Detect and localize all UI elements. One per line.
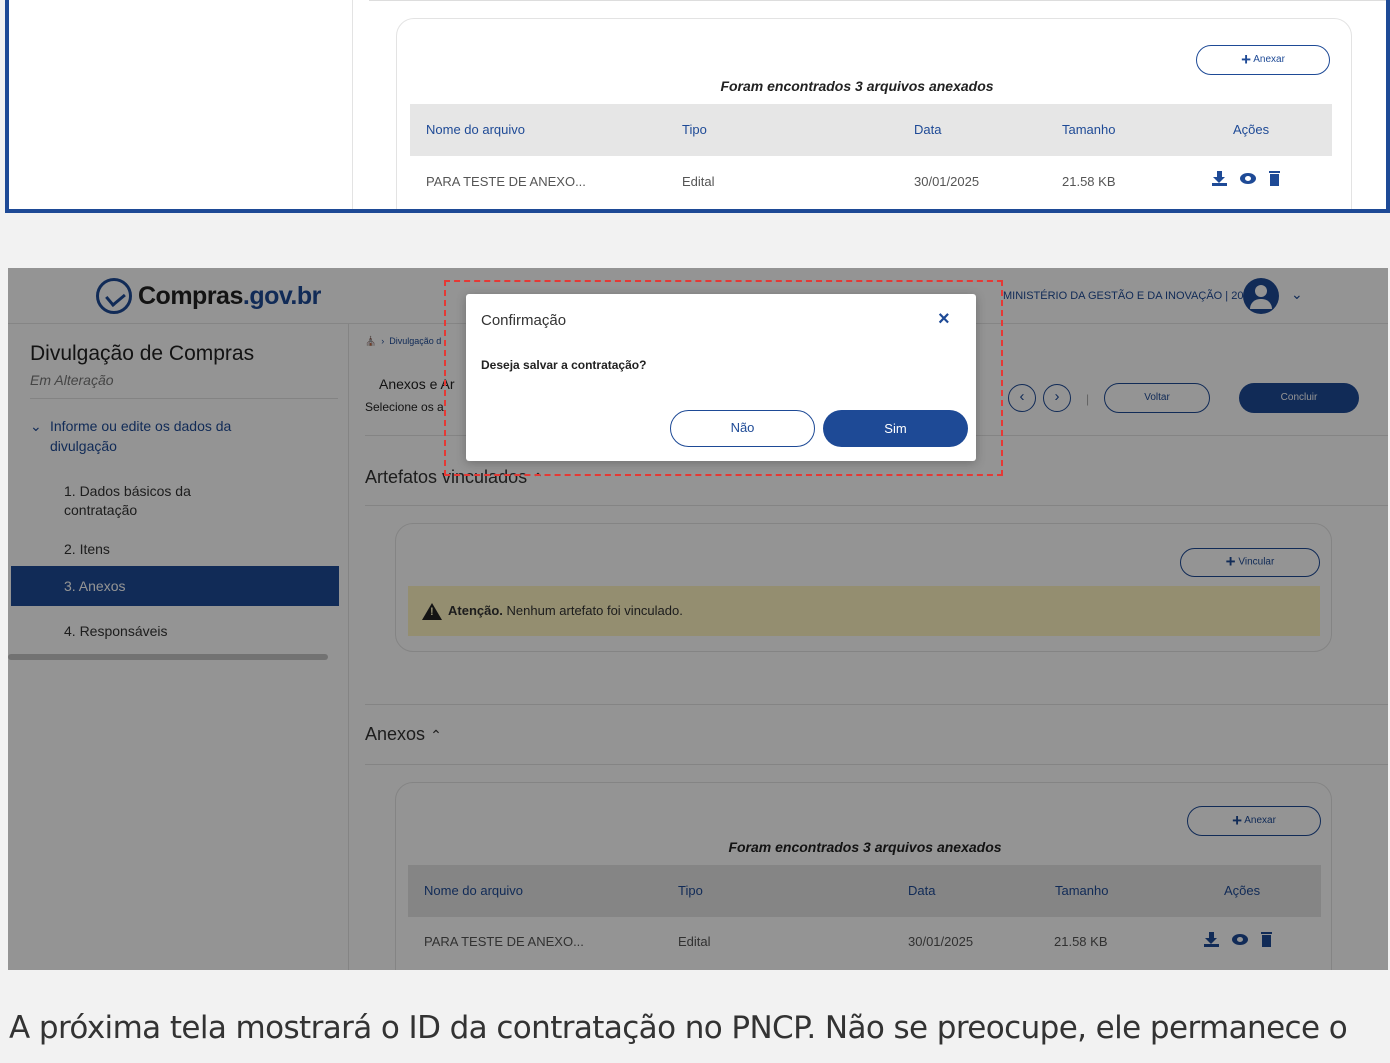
caption-text: A próxima tela mostrará o ID da contrata… xyxy=(9,1010,1348,1046)
attach-button[interactable]: + Anexar xyxy=(1196,45,1330,75)
confirmation-dialog: Confirmação × Deseja salvar a contrataçã… xyxy=(466,294,976,461)
snippet-sidebar xyxy=(9,0,353,209)
trash-icon[interactable] xyxy=(1269,171,1280,186)
col-size: Tamanho xyxy=(1062,122,1116,137)
file-date: 30/01/2025 xyxy=(914,174,980,189)
download-icon[interactable] xyxy=(1212,171,1227,186)
view-icon[interactable] xyxy=(1240,173,1256,184)
yes-button[interactable]: Sim xyxy=(823,410,968,447)
row-actions xyxy=(1212,171,1280,186)
divider xyxy=(369,0,1386,1)
plus-icon: + xyxy=(1241,50,1251,69)
file-size: 21.58 KB xyxy=(1062,174,1116,189)
col-actions: Ações xyxy=(1233,122,1270,137)
file-type: Edital xyxy=(682,174,715,189)
close-icon[interactable]: × xyxy=(938,308,950,331)
snippet-attachments-card: + Anexar Foram encontrados 3 arquivos an… xyxy=(396,18,1352,209)
table-header: Nome do arquivo Tipo Data Tamanho Ações xyxy=(410,104,1332,156)
dialog-title: Confirmação xyxy=(481,312,567,329)
dialog-message: Deseja salvar a contratação? xyxy=(481,358,647,372)
no-button[interactable]: Não xyxy=(670,410,815,447)
col-type: Tipo xyxy=(682,122,707,137)
col-date: Data xyxy=(914,122,942,137)
file-name: PARA TESTE DE ANEXO... xyxy=(426,174,586,189)
attachments-count: Foram encontrados 3 arquivos anexados xyxy=(720,78,994,94)
top-snippet: + Anexar Foram encontrados 3 arquivos an… xyxy=(5,0,1390,213)
col-name: Nome do arquivo xyxy=(426,122,525,137)
